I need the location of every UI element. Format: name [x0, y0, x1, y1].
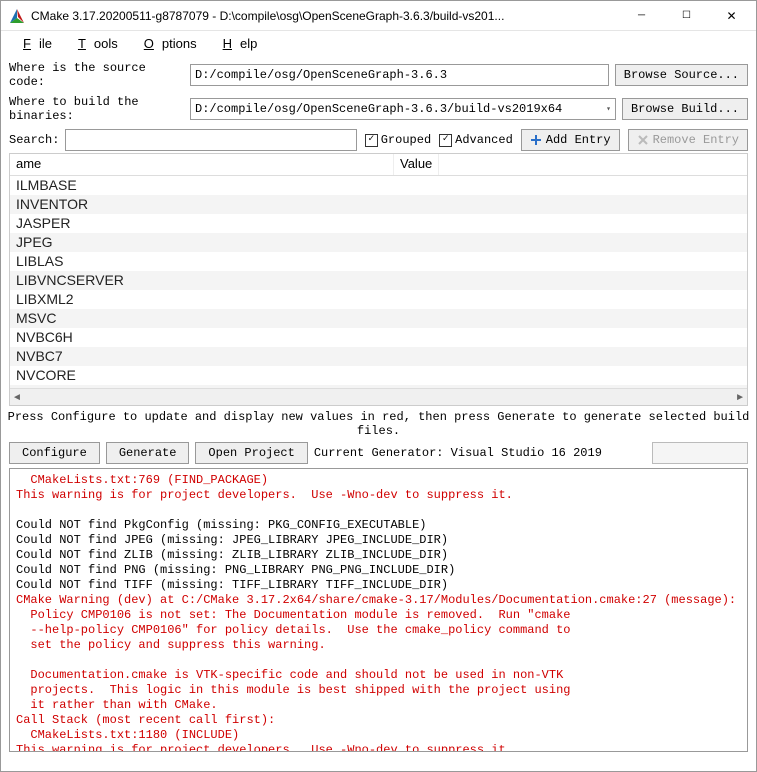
- log-line: Could NOT find ZLIB (missing: ZLIB_LIBRA…: [16, 548, 448, 562]
- log-line: Could NOT find JPEG (missing: JPEG_LIBRA…: [16, 533, 448, 547]
- log-line: This warning is for project developers. …: [16, 743, 513, 752]
- cache-table: ame Value ILMBASE INVENTOR JASPER JPEG L…: [9, 153, 748, 406]
- close-button[interactable]: ✕: [709, 1, 754, 31]
- search-input[interactable]: [65, 129, 357, 151]
- plus-icon: [530, 134, 542, 146]
- add-entry-label: Add Entry: [546, 133, 611, 147]
- browse-source-button[interactable]: Browse Source...: [615, 64, 748, 86]
- log-line: Documentation.cmake is VTK-specific code…: [16, 668, 563, 682]
- table-row[interactable]: JASPER: [10, 214, 747, 233]
- menu-options[interactable]: Options: [128, 34, 205, 53]
- build-label: Where to build the binaries:: [9, 95, 184, 123]
- log-line: Could NOT find PNG (missing: PNG_LIBRARY…: [16, 563, 455, 577]
- table-row[interactable]: NVBC7: [10, 347, 747, 366]
- current-generator-label: Current Generator: Visual Studio 16 2019: [314, 446, 602, 460]
- minimize-button[interactable]: ─: [619, 1, 664, 31]
- col-value[interactable]: Value: [394, 154, 439, 175]
- log-line: CMakeLists.txt:1180 (INCLUDE): [16, 728, 239, 742]
- title-bar: CMake 3.17.20200511-g8787079 - D:\compil…: [1, 1, 756, 31]
- search-label: Search:: [9, 133, 57, 147]
- log-line: This warning is for project developers. …: [16, 488, 513, 502]
- search-row: Search: ✓ Grouped ✓ Advanced Add Entry R…: [9, 129, 748, 151]
- table-row[interactable]: LIBVNCSERVER: [10, 271, 747, 290]
- table-row[interactable]: LIBXML2: [10, 290, 747, 309]
- progress-well: [652, 442, 748, 464]
- scroll-left-icon[interactable]: ◄: [12, 392, 22, 403]
- build-path-value: D:/compile/osg/OpenSceneGraph-3.6.3/buil…: [195, 102, 562, 116]
- advanced-checkbox[interactable]: ✓ Advanced: [439, 133, 513, 147]
- browse-build-button[interactable]: Browse Build...: [622, 98, 748, 120]
- table-row[interactable]: LIBLAS: [10, 252, 747, 271]
- source-label: Where is the source code:: [9, 61, 184, 89]
- action-row: Configure Generate Open Project Current …: [1, 442, 756, 464]
- open-project-button[interactable]: Open Project: [195, 442, 307, 464]
- generate-button[interactable]: Generate: [106, 442, 190, 464]
- chevron-down-icon: ▾: [606, 104, 611, 114]
- hint-text: Press Configure to update and display ne…: [1, 406, 756, 442]
- scroll-right-icon[interactable]: ►: [735, 392, 745, 403]
- log-line: Could NOT find PkgConfig (missing: PKG_C…: [16, 518, 426, 532]
- horizontal-scrollbar[interactable]: ◄ ►: [10, 388, 747, 405]
- build-row: Where to build the binaries: D:/compile/…: [9, 95, 748, 123]
- table-body[interactable]: ILMBASE INVENTOR JASPER JPEG LIBLAS LIBV…: [10, 176, 747, 388]
- checkbox-checked-icon: ✓: [439, 134, 452, 147]
- menu-file[interactable]: File: [7, 34, 60, 53]
- add-entry-button[interactable]: Add Entry: [521, 129, 620, 151]
- menu-help[interactable]: Help: [207, 34, 266, 53]
- table-row[interactable]: ILMBASE: [10, 176, 747, 195]
- advanced-label: Advanced: [455, 133, 513, 147]
- grouped-label: Grouped: [381, 133, 431, 147]
- table-row[interactable]: INVENTOR: [10, 195, 747, 214]
- table-row[interactable]: JPEG: [10, 233, 747, 252]
- configure-button[interactable]: Configure: [9, 442, 100, 464]
- table-row[interactable]: MSVC: [10, 309, 747, 328]
- log-line: Policy CMP0106 is not set: The Documenta…: [16, 608, 571, 622]
- delete-icon: [637, 134, 649, 146]
- grouped-checkbox[interactable]: ✓ Grouped: [365, 133, 431, 147]
- checkbox-checked-icon: ✓: [365, 134, 378, 147]
- window-title: CMake 3.17.20200511-g8787079 - D:\compil…: [31, 9, 619, 23]
- menu-tools[interactable]: Tools: [62, 34, 126, 53]
- log-line: CMake Warning (dev) at C:/CMake 3.17.2x6…: [16, 593, 736, 607]
- table-row[interactable]: NVCORE: [10, 366, 747, 385]
- remove-entry-button[interactable]: Remove Entry: [628, 129, 748, 151]
- log-line: Call Stack (most recent call first):: [16, 713, 275, 727]
- log-line: CMakeLists.txt:769 (FIND_PACKAGE): [16, 473, 268, 487]
- col-name[interactable]: ame: [10, 154, 394, 175]
- table-header: ame Value: [10, 154, 747, 176]
- menu-bar: File Tools Options Help: [1, 31, 756, 55]
- cmake-logo-icon: [9, 8, 25, 24]
- log-line: --help-policy CMP0106" for policy detail…: [16, 623, 571, 637]
- log-line: it rather than with CMake.: [16, 698, 218, 712]
- log-line: Could NOT find TIFF (missing: TIFF_LIBRA…: [16, 578, 448, 592]
- maximize-button[interactable]: ☐: [664, 1, 709, 31]
- output-log[interactable]: CMakeLists.txt:769 (FIND_PACKAGE) This w…: [9, 468, 748, 752]
- log-line: set the policy and suppress this warning…: [16, 638, 326, 652]
- source-row: Where is the source code: Browse Source.…: [9, 61, 748, 89]
- remove-entry-label: Remove Entry: [653, 133, 739, 147]
- build-path-combo[interactable]: D:/compile/osg/OpenSceneGraph-3.6.3/buil…: [190, 98, 616, 120]
- table-row[interactable]: NVBC6H: [10, 328, 747, 347]
- source-path-input[interactable]: [190, 64, 609, 86]
- log-line: projects. This logic in this module is b…: [16, 683, 571, 697]
